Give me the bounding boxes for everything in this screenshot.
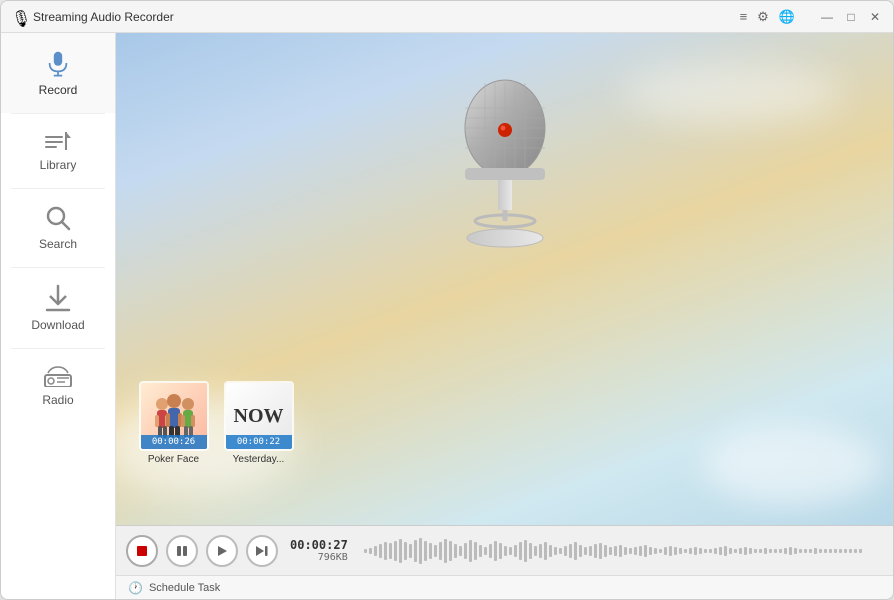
cloud-right	[703, 425, 883, 505]
sidebar-item-radio[interactable]: Radio	[1, 349, 115, 423]
schedule-label: Schedule Task	[149, 582, 220, 594]
waveform-display	[364, 536, 883, 566]
sidebar: Record Library	[1, 33, 116, 599]
sidebar-item-download[interactable]: Download	[1, 268, 115, 348]
download-icon	[45, 284, 71, 312]
main-content: Record Library	[1, 33, 893, 599]
cloud-top	[623, 63, 843, 123]
close-button[interactable]: ✕	[867, 9, 883, 25]
recording-time: 00:00:27	[290, 538, 348, 552]
next-icon	[255, 545, 269, 557]
app-icon: 🎙	[11, 9, 27, 25]
stop-button[interactable]	[126, 535, 158, 567]
track-card-yesterday[interactable]: NOW 00:00:22 Yesterday...	[221, 381, 296, 465]
title-bar-left: 🎙 Streaming Audio Recorder	[11, 9, 174, 25]
sidebar-search-label: Search	[39, 237, 77, 251]
track-thumbnail-yesterday: NOW 00:00:22	[224, 381, 294, 451]
search-icon	[45, 205, 71, 231]
title-bar-controls: — □ ✕	[819, 9, 883, 25]
track-thumbnail-poker-face: 00:00:26	[139, 381, 209, 451]
track-name-yesterday: Yesterday...	[224, 454, 294, 465]
title-bar: 🎙 Streaming Audio Recorder ≡ ⚙ 🌐 — □ ✕	[1, 1, 893, 33]
app-title: Streaming Audio Recorder	[33, 10, 174, 24]
track-duration-yesterday: 00:00:22	[226, 435, 292, 449]
menu-icon[interactable]: ≡	[740, 9, 748, 24]
microphone	[440, 73, 570, 298]
mic-icon	[44, 49, 72, 77]
schedule-bar[interactable]: 🕐 Schedule Task	[116, 575, 893, 599]
settings-icon[interactable]: ⚙	[757, 9, 769, 25]
track-card-poker-face[interactable]: 00:00:26 Poker Face	[136, 381, 211, 465]
pause-button[interactable]	[166, 535, 198, 567]
sidebar-record-label: Record	[39, 83, 78, 97]
play-button[interactable]	[206, 535, 238, 567]
clock-icon: 🕐	[128, 581, 143, 595]
app-window: 🎙 Streaming Audio Recorder ≡ ⚙ 🌐 — □ ✕	[0, 0, 894, 600]
control-bar: 00:00:27 796KB	[116, 525, 893, 575]
radio-icon	[43, 365, 73, 387]
minimize-button[interactable]: —	[819, 9, 835, 25]
track-name-poker-face: Poker Face	[139, 454, 209, 465]
recording-size: 796KB	[318, 552, 348, 563]
library-icon	[45, 130, 71, 152]
sidebar-item-library[interactable]: Library	[1, 114, 115, 188]
stop-icon	[137, 546, 147, 556]
sidebar-library-label: Library	[40, 158, 77, 172]
play-icon	[216, 545, 228, 557]
now-text: NOW	[234, 405, 284, 428]
next-button[interactable]	[246, 535, 278, 567]
sidebar-download-label: Download	[31, 318, 84, 332]
title-bar-icons: ≡ ⚙ 🌐	[740, 9, 795, 25]
sidebar-item-record[interactable]: Record	[1, 33, 115, 113]
maximize-button[interactable]: □	[843, 9, 859, 25]
time-info: 00:00:27 796KB	[290, 538, 348, 563]
background-area: 00:00:26 Poker Face NOW 00:00:22 Yesterd…	[116, 33, 893, 525]
pause-icon	[176, 545, 188, 557]
microphone-svg	[440, 73, 570, 293]
tracks-row: 00:00:26 Poker Face NOW 00:00:22 Yesterd…	[136, 381, 296, 465]
globe-icon[interactable]: 🌐	[779, 9, 795, 25]
content-area: 00:00:26 Poker Face NOW 00:00:22 Yesterd…	[116, 33, 893, 599]
sidebar-radio-label: Radio	[42, 393, 73, 407]
track-duration-poker-face: 00:00:26	[141, 435, 207, 449]
sidebar-item-search[interactable]: Search	[1, 189, 115, 267]
